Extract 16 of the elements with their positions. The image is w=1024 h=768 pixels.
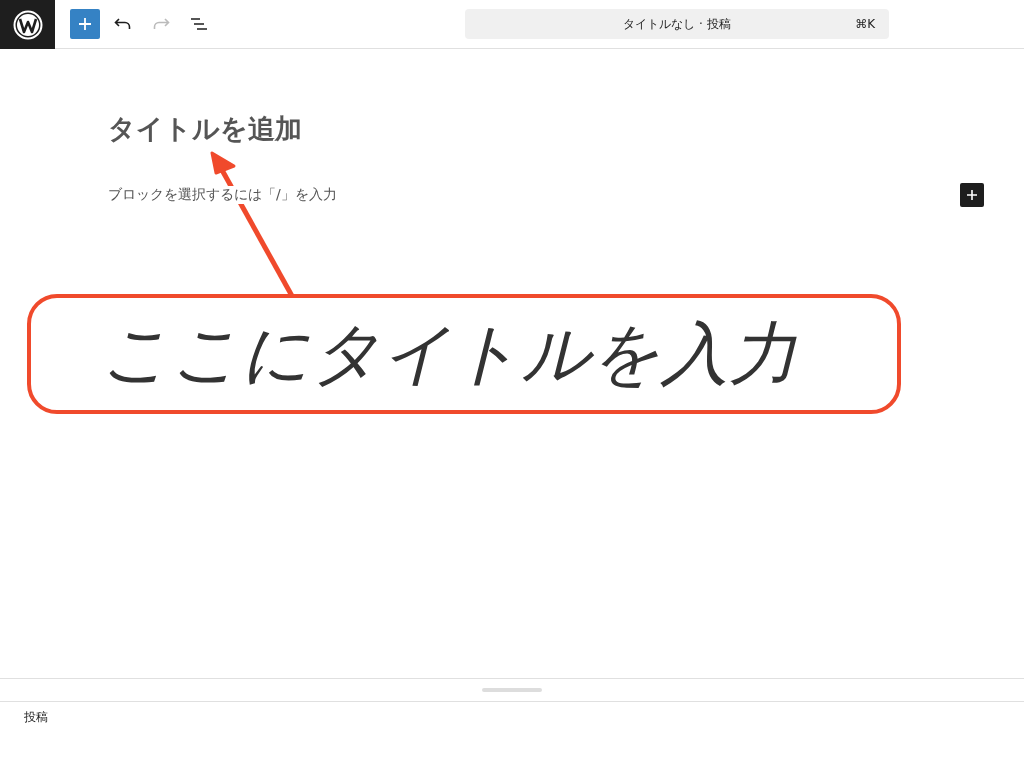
block-placeholder[interactable]: ブロックを選択するには「/」を入力	[108, 186, 337, 204]
title-placeholder[interactable]: タイトルを追加	[108, 111, 984, 147]
add-block-button[interactable]	[70, 9, 100, 39]
annotation-text: ここにタイトルを入力	[101, 312, 797, 395]
shortcut-label: ⌘K	[855, 17, 875, 31]
undo-icon	[114, 17, 132, 31]
list-view-icon	[190, 17, 208, 31]
plus-icon	[78, 17, 92, 31]
breadcrumb[interactable]: 投稿	[24, 710, 48, 724]
wordpress-logo[interactable]	[0, 0, 55, 49]
wordpress-icon	[12, 9, 43, 40]
redo-icon	[152, 17, 170, 31]
block-inserter-button[interactable]	[960, 183, 984, 207]
plus-icon	[966, 189, 978, 201]
resize-handle[interactable]	[482, 688, 542, 692]
command-bar[interactable]: タイトルなし · 投稿 ⌘K	[465, 9, 889, 39]
